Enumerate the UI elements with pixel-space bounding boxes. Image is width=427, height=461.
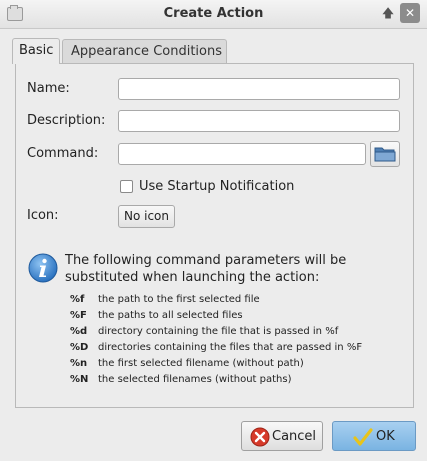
param-code: %n <box>70 358 88 369</box>
param-row-n: %n the first selected filename (without p… <box>70 358 304 369</box>
param-code: %D <box>70 342 89 353</box>
checkmark-icon <box>353 428 373 446</box>
cancel-button[interactable]: Cancel <box>241 421 323 451</box>
param-row-D: %D directories containing the files that … <box>70 342 362 353</box>
ok-button[interactable]: OK <box>332 421 416 451</box>
info-icon <box>28 253 58 283</box>
param-description: directories containing the files that ar… <box>98 342 363 353</box>
command-label: Command: <box>27 146 99 161</box>
ok-label: OK <box>376 429 395 444</box>
name-label: Name: <box>27 81 70 96</box>
up-arrow-icon[interactable]: 🡅 <box>378 3 398 23</box>
param-description: directory containing the file that is pa… <box>98 326 339 337</box>
description-label: Description: <box>27 113 106 128</box>
command-field[interactable] <box>118 143 366 165</box>
param-code: %N <box>70 374 89 385</box>
window-title: Create Action <box>163 6 264 21</box>
icon-label: Icon: <box>27 208 59 223</box>
tab-appearance-conditions[interactable]: Appearance Conditions <box>62 39 227 63</box>
browse-command-button[interactable] <box>370 141 400 167</box>
param-code: %d <box>70 326 88 337</box>
close-icon[interactable]: ✕ <box>400 3 420 23</box>
param-code: %f <box>70 294 85 305</box>
param-row-F: %F the paths to all selected files <box>70 310 243 321</box>
param-row-f: %f the path to the first selected file <box>70 294 260 305</box>
title-bar: Create Action 🡅 ✕ <box>0 0 427 29</box>
param-row-d: %d directory containing the file that is … <box>70 326 338 337</box>
tab-basic[interactable]: Basic <box>12 38 60 64</box>
param-code: %F <box>70 310 87 321</box>
startup-notification-checkbox[interactable] <box>120 180 133 193</box>
param-row-N: %N the selected filenames (without paths) <box>70 374 291 385</box>
param-description: the selected filenames (without paths) <box>98 374 292 385</box>
name-field[interactable] <box>118 78 400 100</box>
cancel-icon <box>250 427 270 447</box>
cancel-label: Cancel <box>272 429 317 444</box>
info-description: The following command parameters will be… <box>65 253 347 285</box>
param-description: the path to the first selected file <box>98 294 260 305</box>
param-description: the paths to all selected files <box>98 310 243 321</box>
startup-notification-label[interactable]: Use Startup Notification <box>139 179 294 194</box>
folder-icon <box>374 147 396 162</box>
description-field[interactable] <box>118 110 400 132</box>
param-description: the first selected filename (without pat… <box>98 358 304 369</box>
no-icon-button[interactable]: No icon <box>118 205 175 228</box>
